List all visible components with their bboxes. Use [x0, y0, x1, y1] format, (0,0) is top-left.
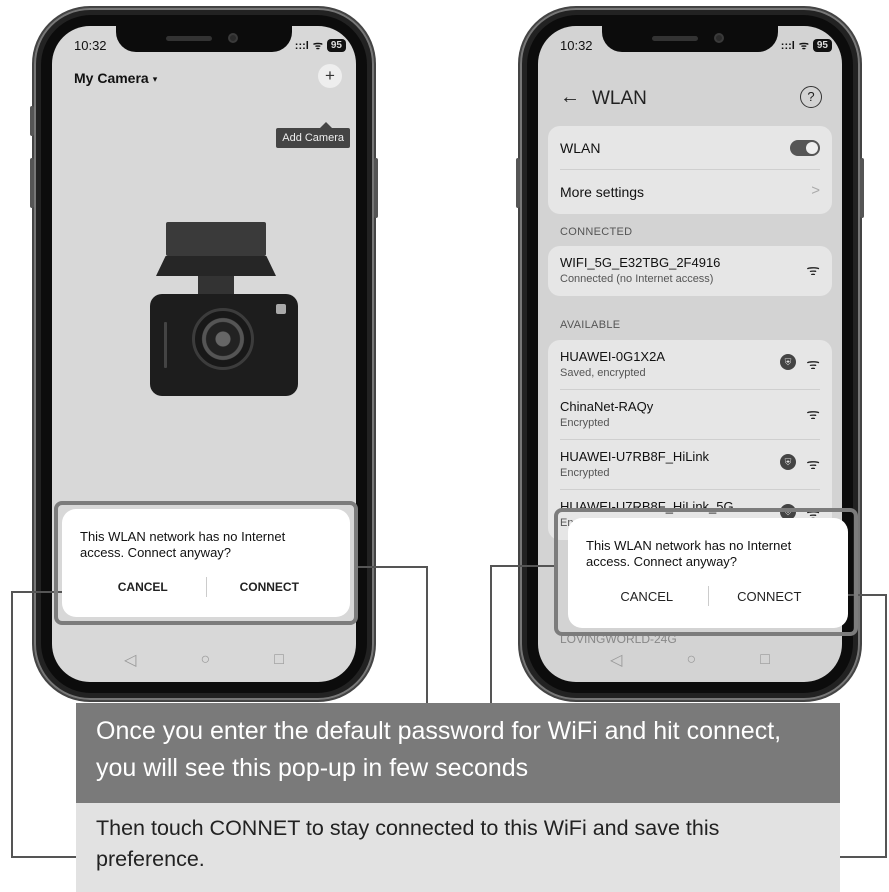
nav-recents-icon[interactable]: □ [760, 651, 770, 669]
connected-card: WIFI_5G_E32TBG_2F4916 Connected (no Inte… [548, 246, 832, 296]
add-camera-tooltip: Add Camera [276, 122, 350, 148]
wlan-settings-card: WLAN More settings > [548, 126, 832, 214]
connector-line [11, 591, 13, 858]
available-header: AVAILABLE [560, 319, 621, 331]
saved-shield-icon: ⛨ [780, 354, 796, 370]
camera-selector[interactable]: My Camera ▾ [74, 70, 157, 86]
battery-icon: 95 [326, 39, 346, 52]
chevron-right-icon: > [811, 182, 820, 199]
dialog-message: This WLAN network has no Internet access… [586, 538, 792, 569]
navigation-bar: ◁ ○ □ [52, 638, 356, 682]
wlan-header: ← WLAN ? [538, 78, 842, 118]
wifi-locked-icon: ᯤ [806, 456, 820, 473]
battery-icon: 95 [812, 39, 832, 52]
instruction-caption-secondary: Then touch CONNET to stay connected to t… [76, 803, 840, 892]
back-arrow-icon[interactable]: ← [560, 86, 580, 109]
network-ssid: ChinaNet-RAQy [560, 399, 654, 414]
nav-back-icon[interactable]: ◁ [124, 650, 136, 670]
status-bar: 10:32 :::l ᯤ 95 [538, 26, 842, 56]
connect-button[interactable]: CONNECT [207, 580, 333, 594]
network-status: Connected (no Internet access) [560, 273, 714, 285]
help-icon[interactable]: ? [800, 86, 822, 108]
add-camera-button[interactable]: + [318, 64, 342, 88]
wifi-locked-icon: ᯤ [806, 406, 820, 423]
app-title: My Camera [74, 70, 149, 86]
signal-icon: :::l [294, 39, 309, 52]
cancel-button[interactable]: CANCEL [586, 589, 708, 604]
more-settings-row[interactable]: More settings > [560, 170, 820, 214]
list-item[interactable]: HUAWEI-U7RB8F_HiLink Encrypted ⛨ ᯤ [560, 440, 820, 490]
wifi-signal-icon: ᯤ [806, 262, 820, 279]
list-item[interactable]: HUAWEI-0G1X2A Saved, encrypted ⛨ ᯤ [560, 340, 820, 390]
app-bar: My Camera ▾ + [52, 58, 356, 98]
signal-icon: :::l [780, 39, 795, 52]
navigation-bar: ◁ ○ □ [538, 638, 842, 682]
connector-line [840, 856, 887, 858]
connected-network[interactable]: WIFI_5G_E32TBG_2F4916 Connected (no Inte… [560, 246, 820, 296]
nav-recents-icon[interactable]: □ [274, 651, 284, 669]
wifi-locked-icon: ᯤ [806, 356, 820, 373]
wifi-icon: ᯤ [312, 40, 323, 52]
list-item[interactable]: ChinaNet-RAQy Encrypted ᯤ [560, 390, 820, 440]
connector-line [490, 565, 554, 567]
network-ssid: HUAWEI-U7RB8F_HiLink [560, 449, 710, 464]
dialog-highlight-left: This WLAN network has no Internet access… [54, 501, 358, 625]
more-settings-label: More settings [560, 184, 645, 200]
connected-header: CONNECTED [560, 226, 633, 238]
wlan-label: WLAN [560, 140, 601, 156]
cancel-button[interactable]: CANCEL [80, 580, 206, 594]
wlan-toggle[interactable] [790, 140, 820, 156]
caret-down-icon: ▾ [152, 73, 158, 84]
instruction-caption-primary: Once you enter the default password for … [76, 703, 840, 803]
status-time: 10:32 [74, 38, 107, 53]
dashcam-image [150, 222, 298, 396]
connector-line [885, 594, 887, 858]
connector-line [490, 565, 492, 704]
no-internet-dialog: This WLAN network has no Internet access… [62, 509, 350, 617]
volume-button [30, 106, 34, 136]
dialog-highlight-right: This WLAN network has no Internet access… [554, 508, 858, 636]
connect-button[interactable]: CONNECT [709, 589, 831, 604]
power-button [860, 158, 864, 218]
network-status: Encrypted [560, 417, 610, 429]
connector-line [11, 856, 77, 858]
nav-home-icon[interactable]: ○ [686, 651, 696, 669]
volume-button [516, 158, 520, 208]
wifi-icon: ᯤ [798, 40, 809, 52]
volume-button [30, 158, 34, 208]
power-button [374, 158, 378, 218]
network-status: Saved, encrypted [560, 367, 646, 379]
no-internet-dialog: This WLAN network has no Internet access… [568, 518, 848, 628]
wlan-toggle-row[interactable]: WLAN [560, 126, 820, 170]
page-title: WLAN [592, 88, 647, 109]
network-ssid: HUAWEI-0G1X2A [560, 349, 665, 364]
network-status: Encrypted [560, 467, 610, 479]
connector-line [358, 566, 428, 568]
camera-lens-icon [192, 308, 254, 370]
network-ssid: WIFI_5G_E32TBG_2F4916 [560, 255, 721, 270]
nav-home-icon[interactable]: ○ [200, 651, 210, 669]
connector-line [426, 566, 428, 704]
dialog-message: This WLAN network has no Internet access… [80, 529, 286, 560]
saved-shield-icon: ⛨ [780, 454, 796, 470]
status-time: 10:32 [560, 38, 593, 53]
status-bar: 10:32 :::l ᯤ 95 [52, 26, 356, 56]
nav-back-icon[interactable]: ◁ [610, 650, 622, 670]
